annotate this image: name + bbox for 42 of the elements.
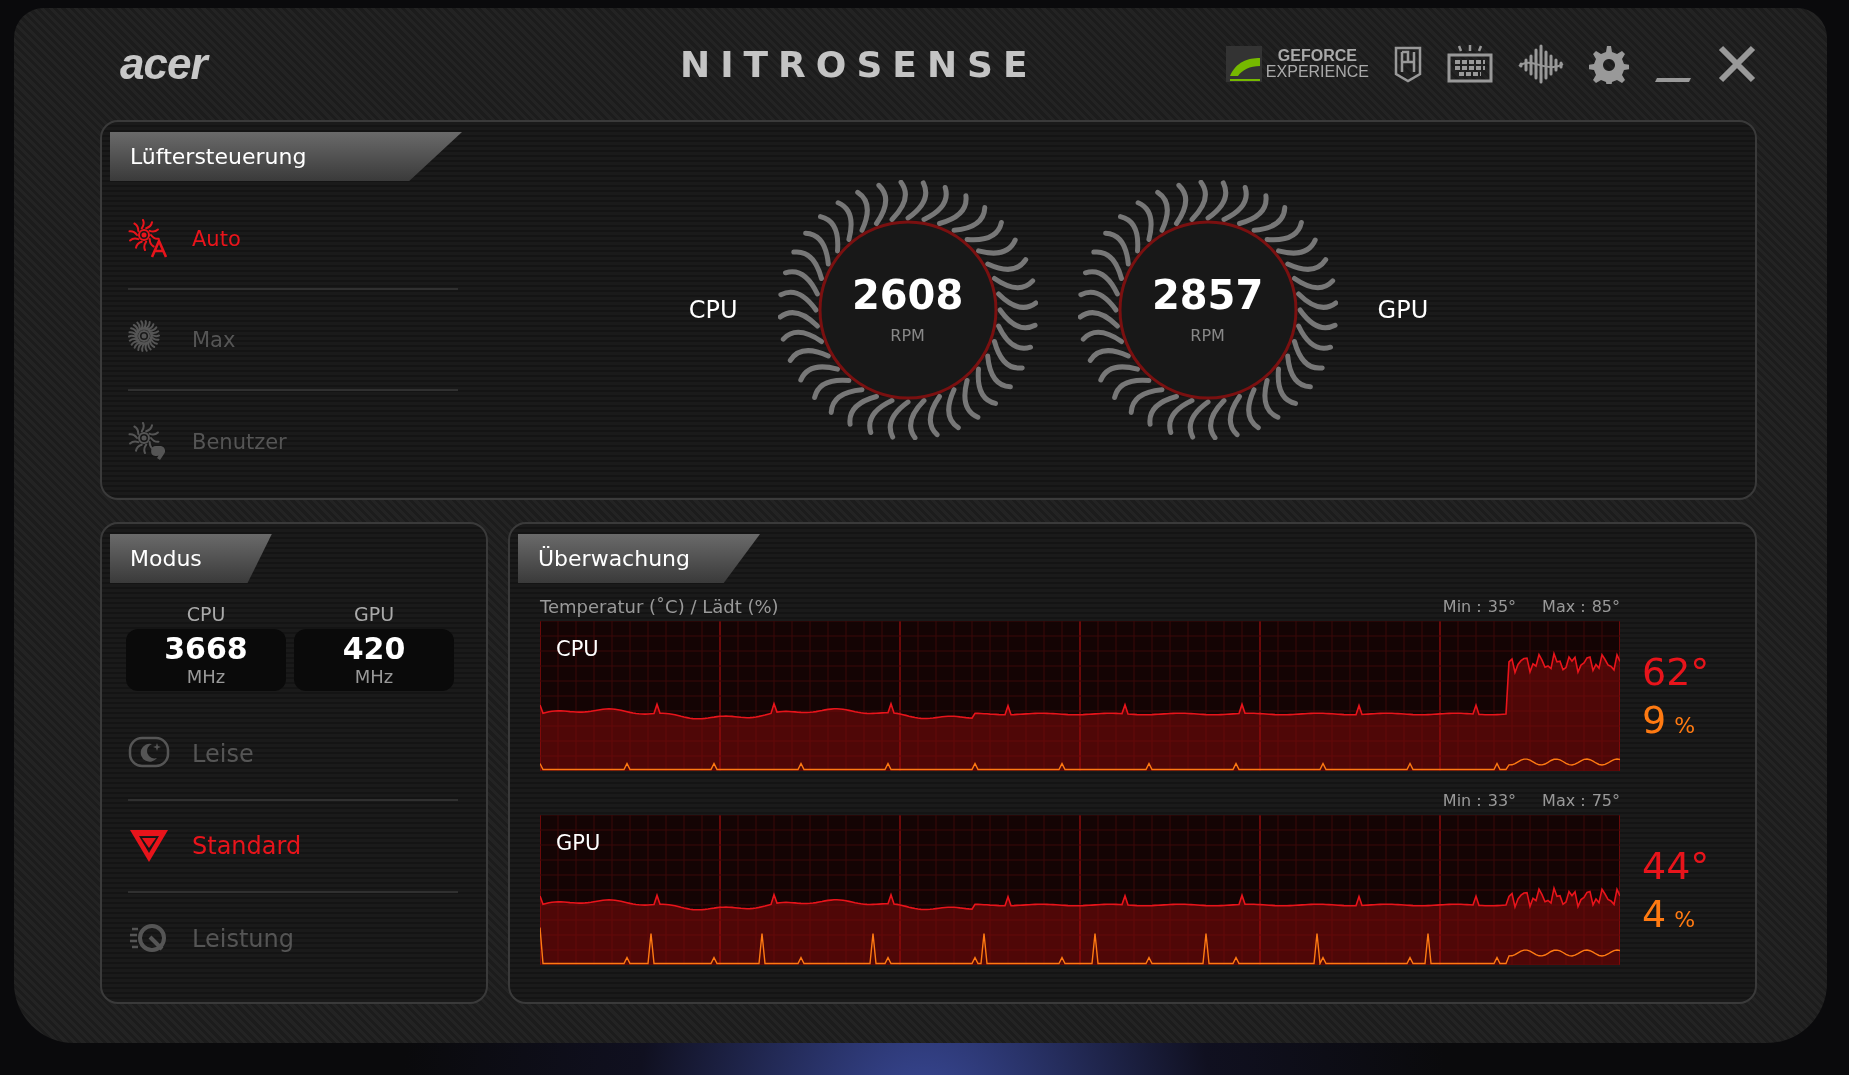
fan-speed: 2857 [1151, 272, 1264, 318]
min-label: Min : [1442, 790, 1482, 810]
max-value: 85° [1591, 596, 1620, 616]
load-value: 4 [1642, 892, 1667, 936]
brand-logo: acer [100, 39, 680, 89]
mode-option[interactable]: Benutzer [128, 391, 458, 492]
settings-icon[interactable] [1589, 44, 1629, 84]
app-title: NITROSENSE [680, 43, 1038, 85]
min-value: 35° [1487, 596, 1517, 616]
max-label: Max : [1542, 790, 1586, 810]
close-icon[interactable] [1717, 44, 1757, 84]
min-value: 33° [1487, 790, 1517, 810]
clock-label: CPU [186, 603, 226, 625]
load-value: 9 [1642, 698, 1667, 742]
graph-label: GPU [556, 831, 601, 855]
fan-label: GPU [1377, 296, 1429, 324]
max-value: 75° [1591, 790, 1620, 810]
mode-option[interactable]: Leise [128, 709, 458, 801]
load-unit: % [1674, 907, 1696, 932]
geforce-logo-icon [1225, 46, 1262, 82]
load-unit: % [1674, 713, 1696, 738]
fan-label: CPU [688, 296, 738, 324]
clock-label: GPU [353, 603, 395, 625]
mode-option[interactable]: Standard [128, 801, 458, 893]
graph-label: CPU [556, 637, 599, 661]
fan-speed: 2608 [851, 272, 964, 318]
min-label: Min : [1442, 596, 1482, 616]
clock-readout: 3668 MHz [126, 629, 286, 691]
shield-icon[interactable] [1393, 44, 1423, 84]
temperature-value: 62° [1642, 650, 1710, 694]
mode-option[interactable]: Max [128, 290, 458, 391]
fan-speed-unit: RPM [890, 326, 925, 345]
mode-option[interactable]: Leistung [128, 893, 458, 985]
chart-subtitle: Temperatur (˚C) / Lädt (%) [540, 595, 780, 617]
clock-readout: 420 MHz [294, 629, 454, 691]
max-label: Max : [1542, 596, 1586, 616]
keyboard-icon[interactable] [1447, 44, 1493, 84]
sound-wave-icon[interactable] [1517, 44, 1565, 84]
fan-speed-unit: RPM [1190, 326, 1225, 345]
mode-option[interactable]: Auto [128, 189, 458, 290]
geforce-experience-button[interactable]: GEFORCE EXPERIENCE [1225, 46, 1369, 82]
temperature-value: 44° [1642, 844, 1710, 888]
